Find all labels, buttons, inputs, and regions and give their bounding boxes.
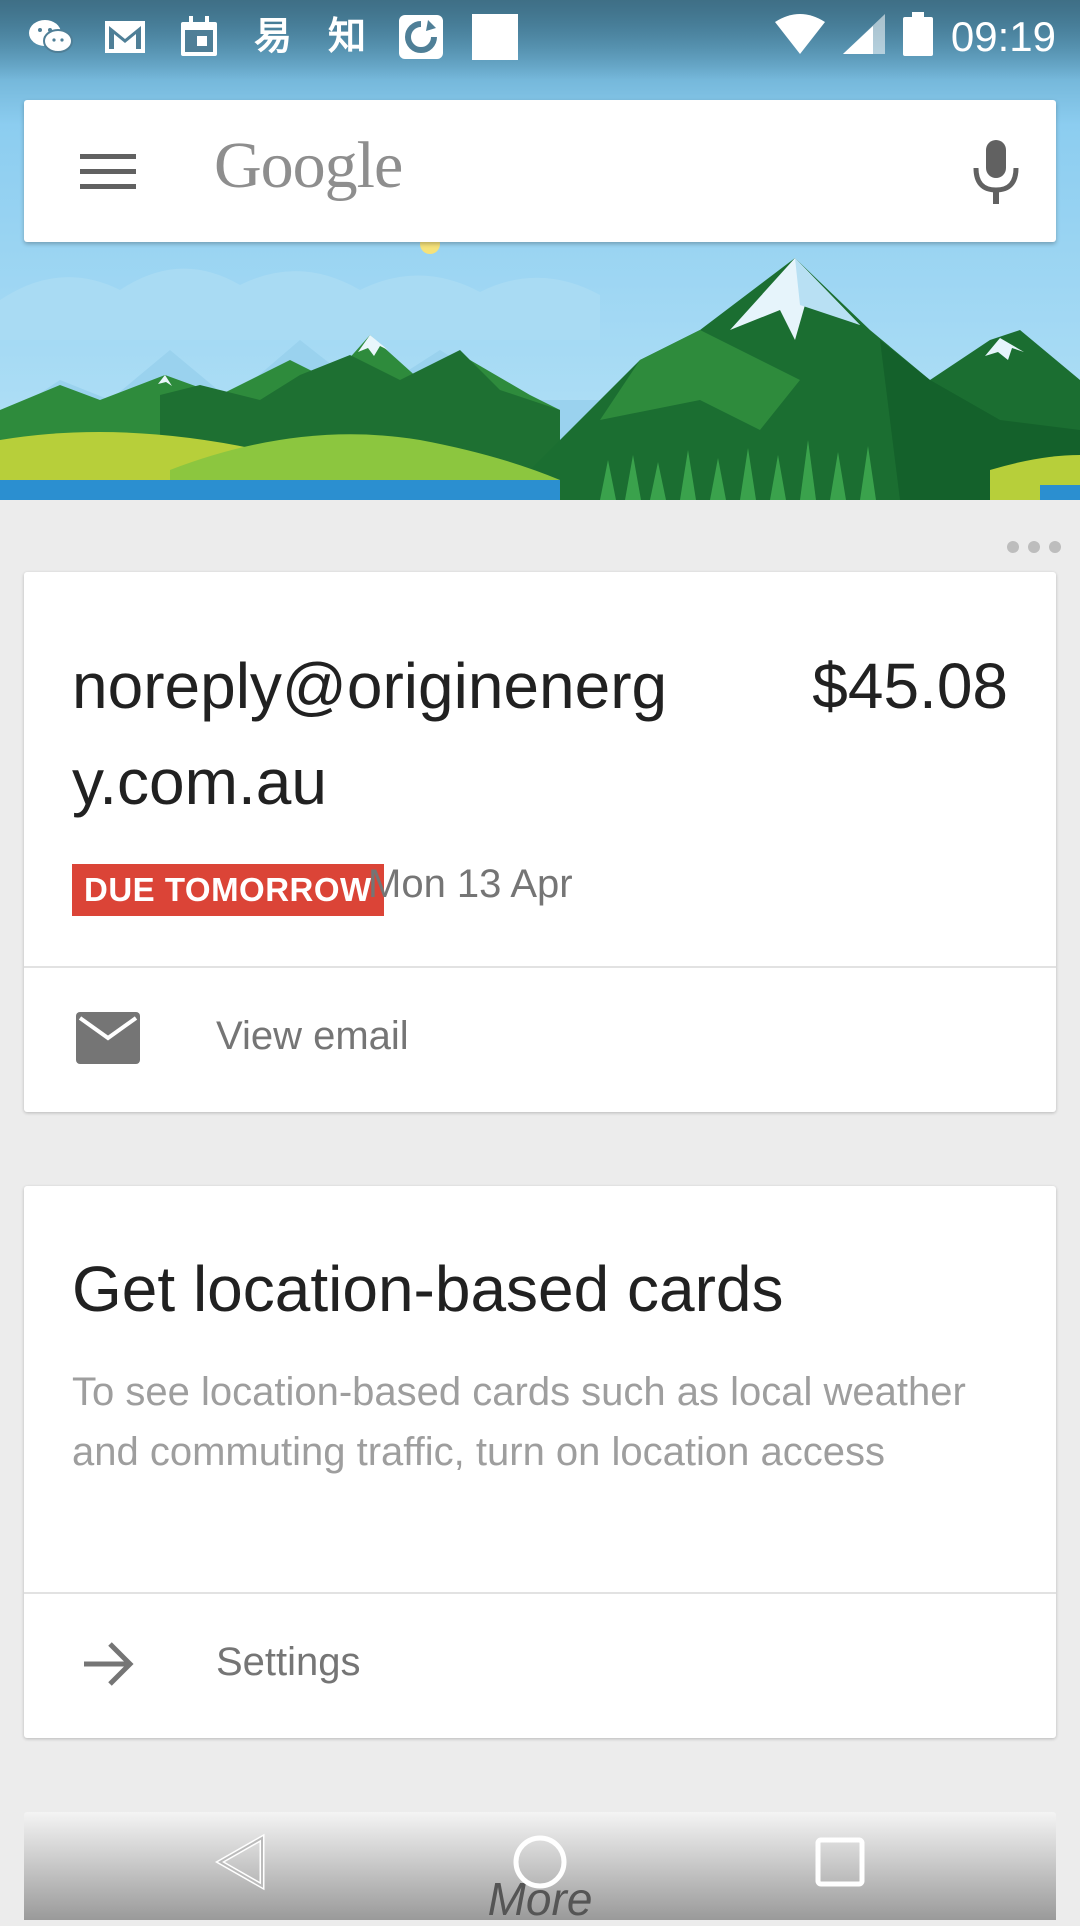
card-description: To see location-based cards such as loca… [72, 1370, 966, 1474]
navigation-bar [0, 1812, 1080, 1920]
battery-icon [902, 12, 933, 61]
sync-icon [398, 14, 444, 60]
home-icon[interactable] [510, 1832, 570, 1892]
hamburger-menu-icon[interactable] [80, 144, 136, 200]
blank-notification-icon [472, 14, 518, 60]
view-email-label: View email [216, 1014, 409, 1058]
settings-label: Settings [216, 1640, 361, 1684]
due-date: Mon 13 Apr [368, 862, 573, 906]
signal-icon [842, 14, 885, 59]
google-logo: Google [214, 129, 403, 202]
settings-button[interactable]: Settings [24, 1594, 1056, 1734]
bill-reminder-card[interactable]: noreply@originenergy.com.au $45.08 DUE T… [24, 572, 1056, 1112]
location-cards-card[interactable]: Get location-based cards To see location… [24, 1186, 1056, 1738]
zhihu-app-icon: 知 [327, 16, 366, 58]
card-title: Get location-based cards [72, 1253, 784, 1325]
bill-sender: noreply@originenergy.com.au [72, 650, 668, 818]
yi-app-icon: 易 [253, 16, 292, 58]
view-email-button[interactable]: View email [24, 968, 1056, 1108]
system-icons: 09:19 [774, 12, 1056, 61]
recent-apps-icon[interactable] [810, 1832, 870, 1892]
overflow-menu-icon[interactable] [1006, 540, 1062, 554]
microphone-icon[interactable] [968, 136, 1024, 208]
status-bar: 易 知 09:19 [0, 0, 1080, 80]
search-bar[interactable]: Google [24, 100, 1056, 242]
clock: 09:19 [950, 12, 1056, 60]
calendar-icon [176, 14, 222, 60]
bill-amount: $45.08 [812, 650, 1008, 722]
arrow-right-icon [76, 1638, 140, 1690]
back-icon[interactable] [212, 1832, 272, 1892]
wifi-icon [774, 14, 825, 59]
gmail-icon [102, 14, 148, 60]
due-badge: DUE TOMORROW [72, 864, 384, 916]
email-icon [76, 1012, 140, 1064]
wechat-icon [28, 14, 74, 60]
notification-icons: 易 知 [28, 14, 518, 60]
